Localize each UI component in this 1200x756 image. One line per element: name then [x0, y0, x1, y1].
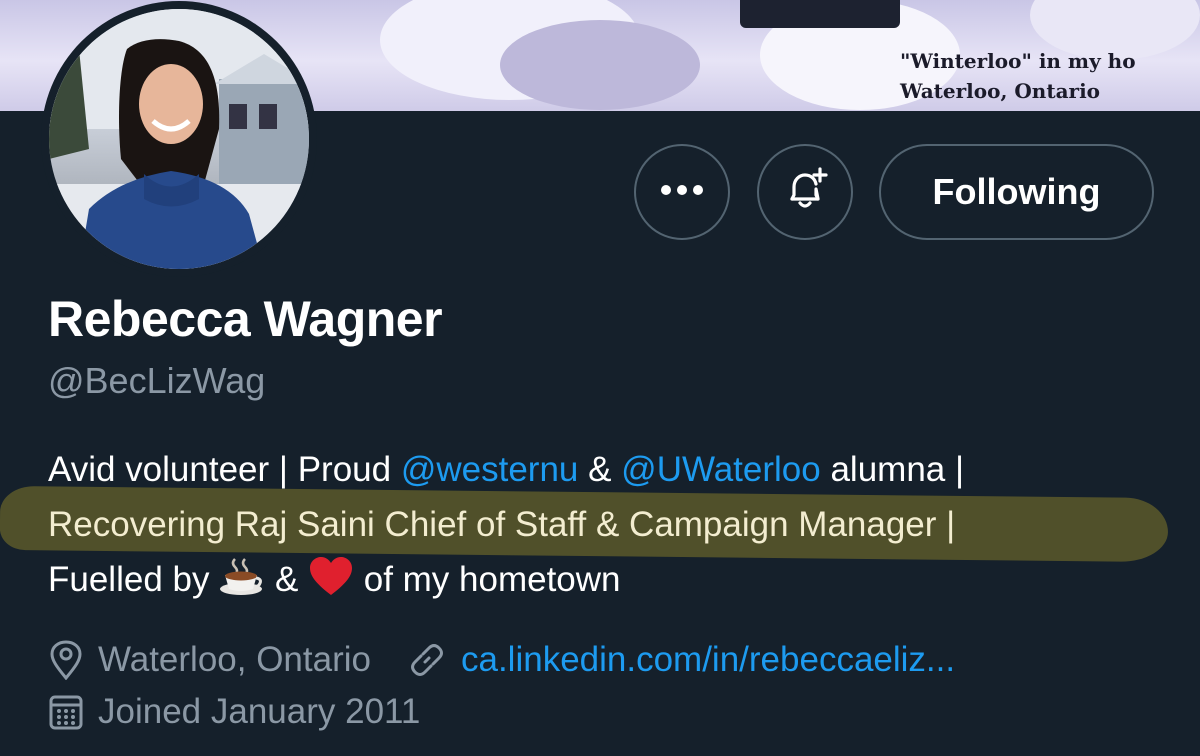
location-text: Waterloo, Ontario	[98, 640, 371, 679]
more-horizontal-icon	[660, 183, 704, 201]
banner-snow	[500, 20, 700, 110]
profile-meta-row: Waterloo, Ontario ca.linkedin.com/in/reb…	[48, 640, 955, 680]
user-handle: @BecLizWag	[48, 360, 266, 401]
link-icon	[407, 640, 447, 680]
more-button[interactable]	[634, 144, 730, 240]
bio-text: &	[578, 450, 622, 489]
joined-date: Joined January 2011	[98, 692, 421, 731]
bio-text: Avid volunteer | Proud	[48, 450, 401, 489]
location-pin-icon	[48, 640, 84, 680]
bell-plus-icon	[780, 165, 830, 220]
mention-link[interactable]: @UWaterloo	[621, 450, 821, 489]
banner-caption-line: Waterloo, Ontario	[900, 79, 1101, 103]
calendar-icon	[48, 693, 84, 731]
bio-line: Avid volunteer | Proud @westernu & @UWat…	[48, 442, 1178, 497]
website-link[interactable]: ca.linkedin.com/in/rebeccaeliz...	[461, 640, 955, 680]
following-label: Following	[932, 171, 1101, 212]
avatar-illustration	[49, 9, 309, 269]
bio-text: alumna |	[820, 450, 965, 489]
banner-bench	[740, 0, 900, 28]
coffee-icon	[219, 555, 265, 613]
avatar-photo	[49, 9, 309, 269]
display-name: Rebecca Wagner	[48, 291, 443, 347]
banner-caption-line: "Winterloo" in my ho	[900, 49, 1136, 73]
notifications-button[interactable]	[757, 144, 853, 240]
bio-text: Fuelled by	[48, 560, 220, 599]
profile-meta-row: Joined January 2011	[48, 692, 420, 732]
avatar[interactable]	[41, 1, 317, 277]
banner-caption: "Winterloo" in my ho Waterloo, Ontario	[900, 46, 1136, 106]
red-heart-icon	[308, 555, 354, 613]
bio-text: &	[265, 560, 309, 599]
mention-link[interactable]: @westernu	[401, 450, 579, 489]
bio-line: Fuelled by & of my hometown	[48, 552, 1178, 613]
bio-text: of my hometown	[354, 560, 621, 599]
bio-line: Recovering Raj Saini Chief of Staff & Ca…	[48, 505, 956, 544]
profile-bio: Avid volunteer | Proud @westernu & @UWat…	[48, 442, 1178, 613]
following-button[interactable]: Following	[879, 144, 1154, 240]
